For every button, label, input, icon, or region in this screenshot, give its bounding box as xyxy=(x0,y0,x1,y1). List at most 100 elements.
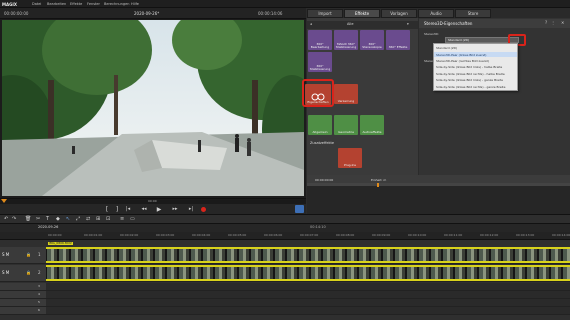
effect-tile-general[interactable]: Allgemein xyxy=(308,115,332,135)
dropdown-option[interactable]: Stereo3D-Paar (rechtes Bild zuerst) xyxy=(436,59,489,63)
prev-marker-button[interactable]: |◂ xyxy=(124,205,132,213)
tile-label: MAGIX 360° Stabilisierung xyxy=(335,41,357,49)
track-lane-5[interactable] xyxy=(46,299,570,307)
effect-tile-geometry[interactable]: Geometrie xyxy=(334,115,358,135)
chevron-down-icon[interactable]: ▾ xyxy=(407,22,409,27)
cut-icon[interactable]: ✂ xyxy=(36,217,40,222)
track-lane-4[interactable] xyxy=(46,291,570,299)
timeline-toolbar: ↶ ↷ 🗑 ✂ T ◆ ↖ ⤢ ⇄ ⊞ ⊡ ≡ ▭ xyxy=(0,214,570,224)
step-forward-button[interactable]: ▸▸ xyxy=(171,205,179,213)
track-lane-2[interactable] xyxy=(46,265,570,282)
video-player: 00:00:00:00 2020-09-26* 00:00:14:06 xyxy=(0,8,306,198)
next-marker-button[interactable]: ▸| xyxy=(187,205,195,213)
tab-templates[interactable]: Vorlagen xyxy=(381,9,417,18)
track-lane-6[interactable] xyxy=(46,307,570,315)
track-header-1[interactable]: S M 🔒 1 xyxy=(0,247,46,264)
dropdown-option[interactable]: Side-by-Side (linkes Bild links) - ganze… xyxy=(436,78,503,82)
dropdown-option[interactable]: Side-by-Side (linkes Bild links) - halbe… xyxy=(436,65,502,69)
redo-icon[interactable]: ↷ xyxy=(12,217,16,222)
stereo-select-value: Standard (2D) xyxy=(448,38,470,42)
timeline-mid-label: 00:14:10 xyxy=(310,225,326,229)
effect-tile-360-stabilize[interactable]: MAGIX 360° Stabilisierung xyxy=(334,30,358,50)
track-solo-mute[interactable]: S M xyxy=(2,271,9,275)
dropdown-option[interactable]: Side-by-Side (linkes Bild rechts) - ganz… xyxy=(436,85,505,89)
back-icon[interactable]: ◂ xyxy=(310,22,312,27)
ruler-label: 00:00:09:00 xyxy=(372,233,391,237)
tile-label: Geometrie xyxy=(338,129,354,134)
effect-tile-360-effects[interactable]: 360° Effekte xyxy=(386,30,410,50)
cursor-mode-icon[interactable]: ↖ xyxy=(66,217,70,222)
track-solo-mute[interactable]: S M xyxy=(2,253,9,257)
mode-6-icon[interactable]: ≡ xyxy=(120,217,124,222)
track-header-6[interactable]: 6 xyxy=(0,307,46,315)
tile-label: 360° Stabilisierung xyxy=(309,63,331,71)
effect-tile-distortion[interactable]: Verzerrung xyxy=(334,84,358,104)
close-icon[interactable]: ✕ xyxy=(561,21,564,25)
delete-icon[interactable]: 🗑 xyxy=(25,217,31,222)
mode-3-icon[interactable]: ⇄ xyxy=(86,217,90,222)
mark-out-button[interactable]: ] xyxy=(113,205,121,213)
effects-filter-bar[interactable]: ◂ Alle ▾ xyxy=(307,21,418,29)
mode-7-icon[interactable]: ▭ xyxy=(130,217,135,222)
effect-tile-360-stab2[interactable]: 360° Stabilisierung xyxy=(308,52,332,72)
track-number: 1 xyxy=(38,252,41,257)
tab-effects[interactable]: Effekte xyxy=(344,9,380,18)
ruler-label: 00:00:13:00 xyxy=(516,233,535,237)
text-icon[interactable]: T xyxy=(46,217,49,222)
mark-in-button[interactable]: [ xyxy=(103,205,111,213)
help-icon[interactable]: ? xyxy=(545,21,547,25)
track-header-3[interactable]: 3 xyxy=(0,283,46,291)
effects-row-360b: 360° Stabilisierung xyxy=(308,52,418,72)
preview-status: 00:00:00:00 Einheit: m xyxy=(307,175,570,214)
tab-audio[interactable]: Audio xyxy=(418,9,454,18)
step-back-button[interactable]: ◂◂ xyxy=(140,205,148,213)
track-lock-icon[interactable]: 🔒 xyxy=(26,271,31,275)
marker-icon[interactable]: ◆ xyxy=(56,217,60,222)
timeline-info-bar: 2020-09-26 00:14:10 xyxy=(0,224,570,232)
undo-icon[interactable]: ↶ xyxy=(4,217,8,222)
track-lock-icon[interactable]: 🔒 xyxy=(26,253,31,257)
highlight-box xyxy=(302,79,334,107)
menu-help[interactable]: Hilfe xyxy=(131,2,139,6)
effect-tile-plugins[interactable]: Plug-Ins xyxy=(338,148,362,168)
track-header-2[interactable]: S M 🔒 2 xyxy=(0,265,46,282)
timeline-ruler[interactable]: 00:00:00 00:00:01:00 00:00:02:00 00:00:03:0… xyxy=(0,232,570,240)
record-icon[interactable] xyxy=(201,207,206,212)
menu-calc[interactable]: Berechnungen xyxy=(104,2,129,6)
video-frame[interactable] xyxy=(2,20,304,196)
menu-window[interactable]: Fenster xyxy=(87,2,100,6)
ruler-label: 00:00:05:00 xyxy=(228,233,247,237)
mode-5-icon[interactable]: ⊡ xyxy=(106,217,110,222)
timeline-title: 2020-09-26 xyxy=(38,225,59,229)
effect-tile-360-edit[interactable]: 360° Bearbeitung xyxy=(308,30,332,50)
fullscreen-button[interactable] xyxy=(295,205,304,213)
track-header-5[interactable]: 5 xyxy=(0,299,46,307)
track-number: 2 xyxy=(38,270,41,275)
player-position-label: 00:00 xyxy=(148,199,157,203)
more-icon[interactable]: ⋮ xyxy=(551,21,555,25)
status-marker xyxy=(377,183,379,187)
play-button[interactable]: ▶ xyxy=(155,205,163,213)
track-header-4[interactable]: 4 xyxy=(0,291,46,299)
effect-tile-360-stereo[interactable]: 360° Stereoskopie xyxy=(360,30,384,50)
dropdown-option-selected[interactable]: Stereo3D-Paar (linkes Bild zuerst) xyxy=(434,52,517,57)
stereo-dropdown-list[interactable]: Standard (2D) Stereo3D-Paar (linkes Bild… xyxy=(433,43,518,91)
menu-effects[interactable]: Effekte xyxy=(70,2,82,6)
mode-4-icon[interactable]: ⊞ xyxy=(96,217,100,222)
effect-tile-audio[interactable]: Audio­effekte xyxy=(360,115,384,135)
track-lane-1[interactable]: IMG_0806.MOV xyxy=(46,242,570,264)
player-controls: [ ] |◂ ◂◂ ▶ ▸▸ ▸| xyxy=(0,204,306,214)
tab-import[interactable]: Import xyxy=(307,9,343,18)
menu-edit[interactable]: Bearbeiten xyxy=(47,2,66,6)
player-clip-title: 2020-09-26* xyxy=(134,11,160,16)
menu-file[interactable]: Datei xyxy=(32,2,41,6)
clip-name-label: IMG_0806.MOV xyxy=(48,241,73,245)
dropdown-option[interactable]: Side-by-Side (linkes Bild rechts) - halb… xyxy=(436,72,505,76)
tab-store[interactable]: Store xyxy=(455,9,491,18)
mode-2-icon[interactable]: ⤢ xyxy=(76,217,80,222)
video-clip[interactable] xyxy=(46,247,570,263)
video-clip[interactable] xyxy=(46,265,570,281)
track-lane-3[interactable] xyxy=(46,283,570,291)
playhead-marker[interactable] xyxy=(1,199,7,203)
dropdown-option[interactable]: Standard (2D) xyxy=(436,46,457,50)
